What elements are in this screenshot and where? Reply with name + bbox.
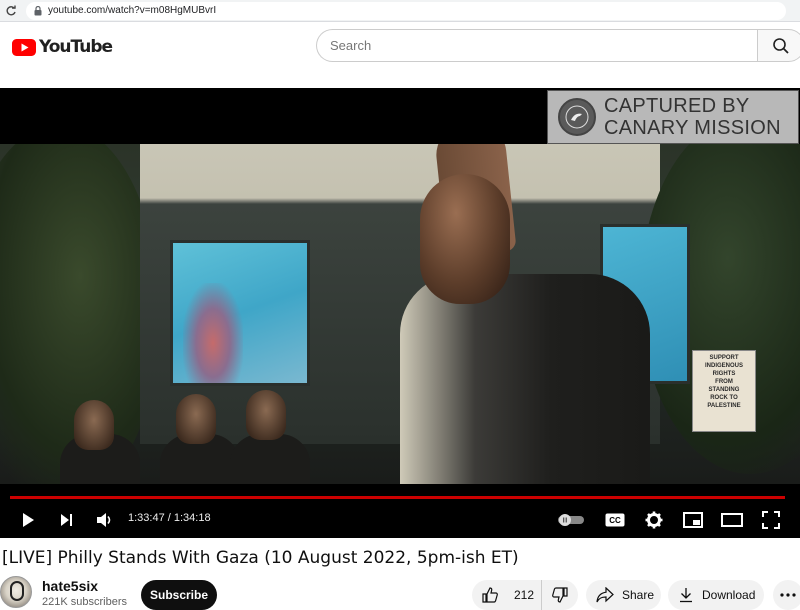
autoplay-toggle-icon bbox=[558, 514, 584, 526]
fullscreen-button[interactable] bbox=[759, 508, 783, 532]
mural-window bbox=[170, 240, 310, 386]
video-title: [LIVE] Philly Stands With Gaza (10 Augus… bbox=[2, 548, 519, 568]
protest-sign: SUPPORT INDIGENOUS RIGHTS FROM STANDING … bbox=[692, 350, 756, 432]
more-horizontal-icon bbox=[780, 593, 796, 597]
search-input[interactable]: Search bbox=[316, 29, 758, 62]
download-button[interactable]: Download bbox=[668, 580, 764, 610]
video-frame: SUPPORT INDIGENOUS RIGHTS FROM STANDING … bbox=[0, 144, 800, 484]
video-player[interactable]: SUPPORT INDIGENOUS RIGHTS FROM STANDING … bbox=[0, 88, 800, 538]
time-display: 1:33:47 / 1:34:18 bbox=[128, 512, 211, 524]
logo-text: YouTube bbox=[39, 37, 113, 57]
speaker bbox=[400, 144, 660, 484]
channel-avatar[interactable] bbox=[0, 576, 32, 608]
crowd bbox=[60, 390, 360, 484]
settings-button[interactable] bbox=[642, 508, 666, 532]
like-dislike-group: 212 bbox=[472, 580, 578, 610]
play-icon bbox=[23, 513, 34, 527]
watermark-text: CAPTURED BY CANARY MISSION bbox=[604, 95, 781, 139]
more-actions-button[interactable] bbox=[773, 580, 800, 610]
address-field[interactable]: youtube.com/watch?v=m08HgMUBvrI bbox=[26, 1, 786, 20]
masthead: YouTube Search bbox=[0, 22, 800, 88]
browser-url-bar: youtube.com/watch?v=m08HgMUBvrI bbox=[0, 0, 800, 22]
thumbs-down-icon bbox=[552, 587, 568, 603]
lock-icon bbox=[34, 5, 42, 16]
next-icon bbox=[61, 514, 72, 526]
thumbs-up-icon bbox=[482, 587, 498, 603]
channel-name[interactable]: hate5six bbox=[42, 578, 98, 594]
fullscreen-icon bbox=[762, 511, 780, 529]
dislike-button[interactable] bbox=[542, 587, 578, 603]
svg-text:CC: CC bbox=[609, 516, 621, 525]
watermark: CAPTURED BY CANARY MISSION bbox=[547, 90, 799, 144]
miniplayer-button[interactable] bbox=[681, 508, 705, 532]
search-placeholder: Search bbox=[330, 38, 372, 53]
share-label: Share bbox=[622, 588, 655, 602]
download-icon bbox=[680, 588, 692, 603]
volume-button[interactable] bbox=[93, 508, 117, 532]
url-text: youtube.com/watch?v=m08HgMUBvrI bbox=[48, 5, 217, 16]
volume-icon bbox=[97, 513, 111, 527]
search-button[interactable] bbox=[757, 29, 800, 62]
progress-bar[interactable] bbox=[10, 496, 786, 499]
theater-icon bbox=[721, 513, 743, 527]
next-button[interactable] bbox=[55, 508, 77, 532]
reload-icon[interactable] bbox=[0, 0, 22, 22]
share-button[interactable]: Share bbox=[586, 580, 661, 610]
captions-icon: CC bbox=[605, 513, 625, 527]
autoplay-toggle[interactable] bbox=[556, 508, 586, 532]
like-count: 212 bbox=[514, 588, 535, 602]
theater-mode-button[interactable] bbox=[720, 508, 744, 532]
canary-logo-icon bbox=[558, 98, 596, 136]
download-label: Download bbox=[702, 588, 756, 602]
youtube-logo[interactable]: YouTube bbox=[12, 37, 113, 57]
subscribe-button[interactable]: Subscribe bbox=[141, 580, 217, 610]
gear-icon bbox=[645, 511, 663, 529]
search-icon bbox=[773, 37, 789, 54]
youtube-play-icon bbox=[12, 38, 36, 56]
captions-button[interactable]: CC bbox=[603, 508, 627, 532]
miniplayer-icon bbox=[683, 512, 703, 528]
like-button[interactable]: 212 bbox=[472, 580, 542, 610]
subscriber-count: 221K subscribers bbox=[42, 596, 127, 608]
share-icon bbox=[596, 587, 614, 603]
play-button[interactable] bbox=[17, 508, 39, 532]
